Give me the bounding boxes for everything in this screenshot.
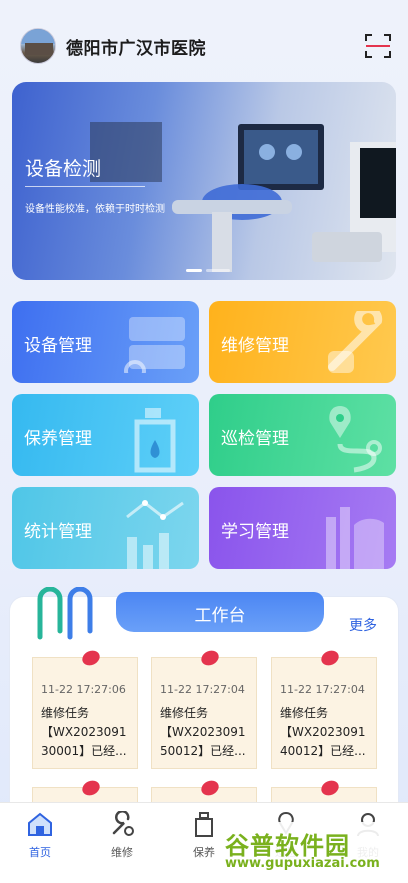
watermark: 谷普软件园 www.gupuxiazai.com	[221, 822, 405, 878]
pin-icon	[79, 777, 103, 799]
page-title: 德阳市广汉市医院	[66, 39, 206, 59]
banner-subtitle: 设备性能校准，依赖于时时检测	[25, 204, 165, 215]
watermark-url: www.gupuxiazai.com	[225, 856, 380, 871]
workbench-header: 工作台	[116, 592, 324, 632]
pin-icon	[198, 647, 222, 669]
menu-learning-management[interactable]: 学习管理	[209, 487, 396, 569]
pin-icon	[79, 647, 103, 669]
menu-label: 保养管理	[24, 429, 92, 449]
menu-label: 设备管理	[24, 336, 92, 356]
book-icon	[326, 507, 384, 569]
home-icon	[28, 812, 52, 836]
pin-icon	[318, 777, 342, 799]
menu-label: 统计管理	[24, 522, 92, 542]
chart-icon	[126, 500, 184, 569]
task-card[interactable]: 11-22 17:27:06 维修任务 【WX2023091 30001】已经.…	[32, 647, 138, 769]
menu-label: 学习管理	[221, 522, 289, 542]
wrench-icon	[328, 311, 383, 373]
task-text: 维修任务 【WX2023091 40012】已经...	[280, 706, 366, 758]
menu-label: 维修管理	[221, 336, 289, 356]
more-link[interactable]: 更多	[349, 615, 377, 635]
menu-inspection-management[interactable]: 巡检管理	[209, 394, 396, 476]
paperclip-icon	[37, 587, 93, 640]
tab-home[interactable]: 首页	[10, 811, 70, 860]
workbench-title: 工作台	[194, 606, 246, 626]
task-text: 维修任务 【WX2023091 30001】已经...	[41, 706, 127, 758]
banner-carousel[interactable]: 设备检测 设备性能校准，依赖于时时检测	[12, 82, 396, 280]
bottle-icon	[134, 408, 176, 473]
scan-icon[interactable]	[364, 32, 392, 60]
task-time: 11-22 17:27:04	[280, 683, 365, 696]
wrench-icon	[112, 810, 134, 836]
carousel-indicator	[186, 269, 246, 272]
pin-icon	[198, 777, 222, 799]
banner-divider	[25, 186, 145, 187]
task-card[interactable]: 11-22 17:27:04 维修任务 【WX2023091 50012】已经.…	[151, 647, 257, 769]
task-text: 维修任务 【WX2023091 50012】已经...	[160, 706, 246, 758]
task-time: 11-22 17:27:06	[41, 683, 126, 696]
menu-maintenance-management[interactable]: 保养管理	[12, 394, 199, 476]
device-icon	[124, 317, 185, 373]
menu-statistics-management[interactable]: 统计管理	[12, 487, 199, 569]
banner-title: 设备检测	[25, 158, 102, 180]
pin-icon	[318, 647, 342, 669]
banner-image	[90, 122, 396, 272]
hospital-avatar[interactable]	[20, 28, 56, 64]
menu-repair-management[interactable]: 维修管理	[209, 301, 396, 383]
bottle-icon	[195, 812, 213, 837]
header: 德阳市广汉市医院	[0, 0, 408, 80]
task-card[interactable]: 11-22 17:27:04 维修任务 【WX2023091 40012】已经.…	[271, 647, 377, 769]
menu-device-management[interactable]: 设备管理	[12, 301, 199, 383]
tab-repair[interactable]: 维修	[92, 810, 152, 860]
menu-label: 巡检管理	[221, 429, 289, 449]
route-icon	[329, 406, 382, 473]
task-time: 11-22 17:27:04	[160, 683, 245, 696]
